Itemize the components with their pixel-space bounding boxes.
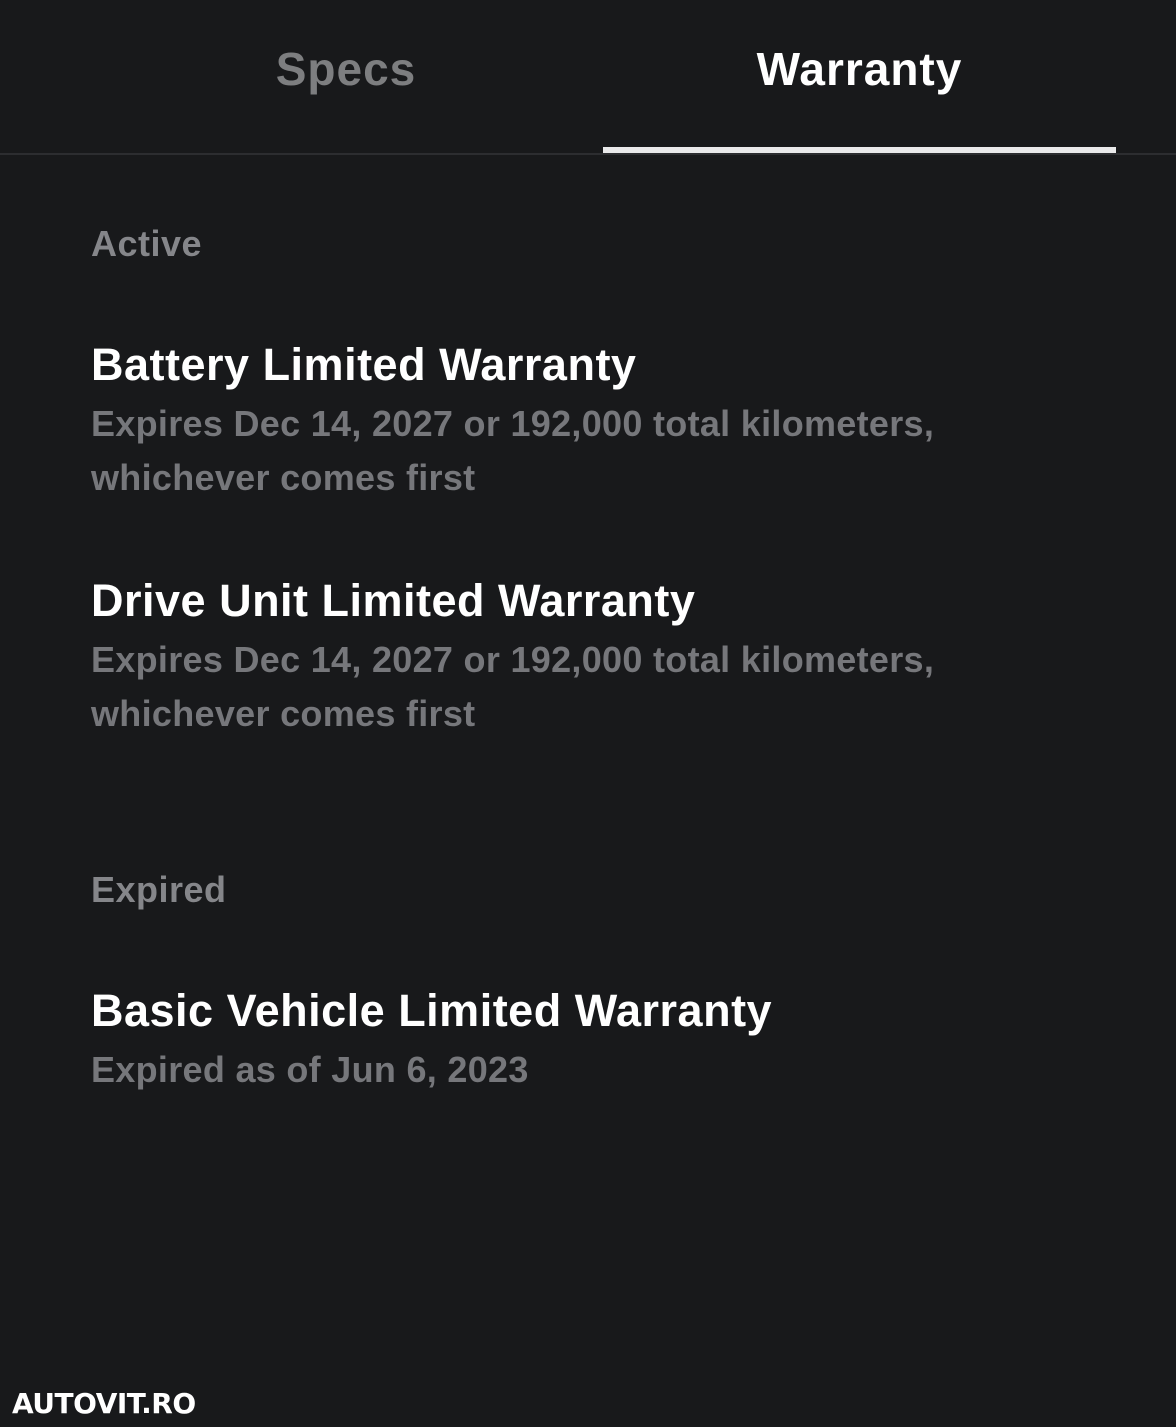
warranty-item-description: Expires Dec 14, 2027 or 192,000 total ki…: [91, 403, 935, 498]
active-tab-indicator: [603, 147, 1116, 153]
warranty-item-title: Drive Unit Limited Warranty: [91, 575, 696, 626]
warranty-item-description: Expires Dec 14, 2027 or 192,000 total ki…: [91, 639, 935, 734]
section-header-active: Active: [91, 223, 203, 264]
warranty-item-drive-unit: Drive Unit Limited Warranty Expires Dec …: [91, 573, 1091, 741]
warranty-screen: Specs Warranty Active Battery Limited Wa…: [0, 0, 1176, 1427]
tab-warranty-label: Warranty: [756, 43, 963, 95]
warranty-item-basic-vehicle: Basic Vehicle Limited Warranty Expired a…: [91, 983, 1091, 1097]
tab-specs[interactable]: Specs: [90, 0, 602, 153]
warranty-item-title: Basic Vehicle Limited Warranty: [91, 985, 773, 1036]
warranty-item-battery: Battery Limited Warranty Expires Dec 14,…: [91, 337, 1091, 505]
watermark-logo: AUTOVIT.RO: [12, 1387, 196, 1420]
tab-specs-label: Specs: [275, 43, 417, 95]
tab-warranty[interactable]: Warranty: [603, 0, 1116, 153]
tab-bar: Specs Warranty: [0, 0, 1176, 155]
warranty-item-description: Expired as of Jun 6, 2023: [91, 1049, 529, 1090]
warranty-item-title: Battery Limited Warranty: [91, 339, 637, 390]
section-header-expired: Expired: [91, 869, 227, 910]
